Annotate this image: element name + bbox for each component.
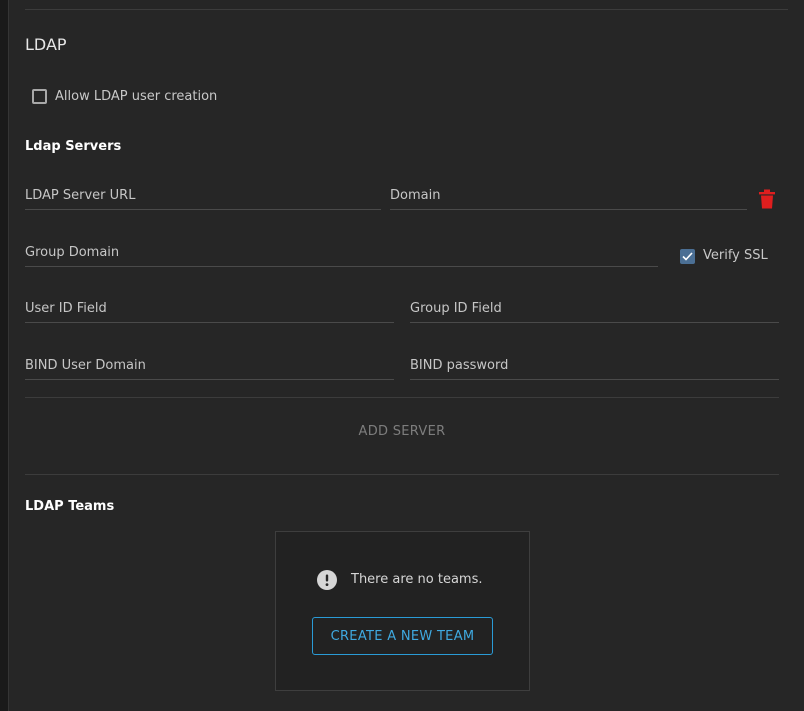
add-server-bottom-divider xyxy=(25,474,779,475)
bind-password-placeholder[interactable]: BIND password xyxy=(410,358,508,373)
ldap-servers-title: Ldap Servers xyxy=(25,139,122,154)
section-title-ldap: LDAP xyxy=(25,35,67,54)
ldap-settings-panel: LDAP Allow LDAP user creation Ldap Serve… xyxy=(8,0,804,711)
server-url-underline xyxy=(25,209,381,210)
add-server-top-divider xyxy=(25,397,779,398)
group-domain-placeholder[interactable]: Group Domain xyxy=(25,245,119,260)
group-domain-underline xyxy=(25,266,658,267)
domain-underline xyxy=(390,209,747,210)
user-id-field-placeholder[interactable]: User ID Field xyxy=(25,301,107,316)
domain-placeholder[interactable]: Domain xyxy=(390,188,440,203)
bind-user-domain-placeholder[interactable]: BIND User Domain xyxy=(25,358,146,373)
delete-server-button[interactable] xyxy=(758,189,776,209)
group-id-field-underline xyxy=(410,322,779,323)
no-teams-empty-state: There are no teams. CREATE A NEW TEAM xyxy=(275,531,530,691)
user-id-field-underline xyxy=(25,322,394,323)
create-new-team-button[interactable]: CREATE A NEW TEAM xyxy=(312,617,493,655)
bind-password-underline xyxy=(410,379,779,380)
trash-icon xyxy=(759,189,775,209)
exclamation-circle-icon xyxy=(317,570,337,590)
allow-ldap-user-creation-checkbox[interactable] xyxy=(32,89,47,104)
bind-user-domain-underline xyxy=(25,379,394,380)
allow-ldap-user-creation-label[interactable]: Allow LDAP user creation xyxy=(55,89,217,104)
verify-ssl-label[interactable]: Verify SSL xyxy=(703,248,768,263)
server-url-placeholder[interactable]: LDAP Server URL xyxy=(25,188,135,203)
check-icon xyxy=(682,252,693,261)
ldap-teams-title: LDAP Teams xyxy=(25,499,115,514)
no-teams-message: There are no teams. xyxy=(351,572,483,587)
add-server-button[interactable]: ADD SERVER xyxy=(345,424,459,439)
top-divider xyxy=(25,9,788,10)
verify-ssl-checkbox[interactable] xyxy=(680,249,695,264)
group-id-field-placeholder[interactable]: Group ID Field xyxy=(410,301,502,316)
